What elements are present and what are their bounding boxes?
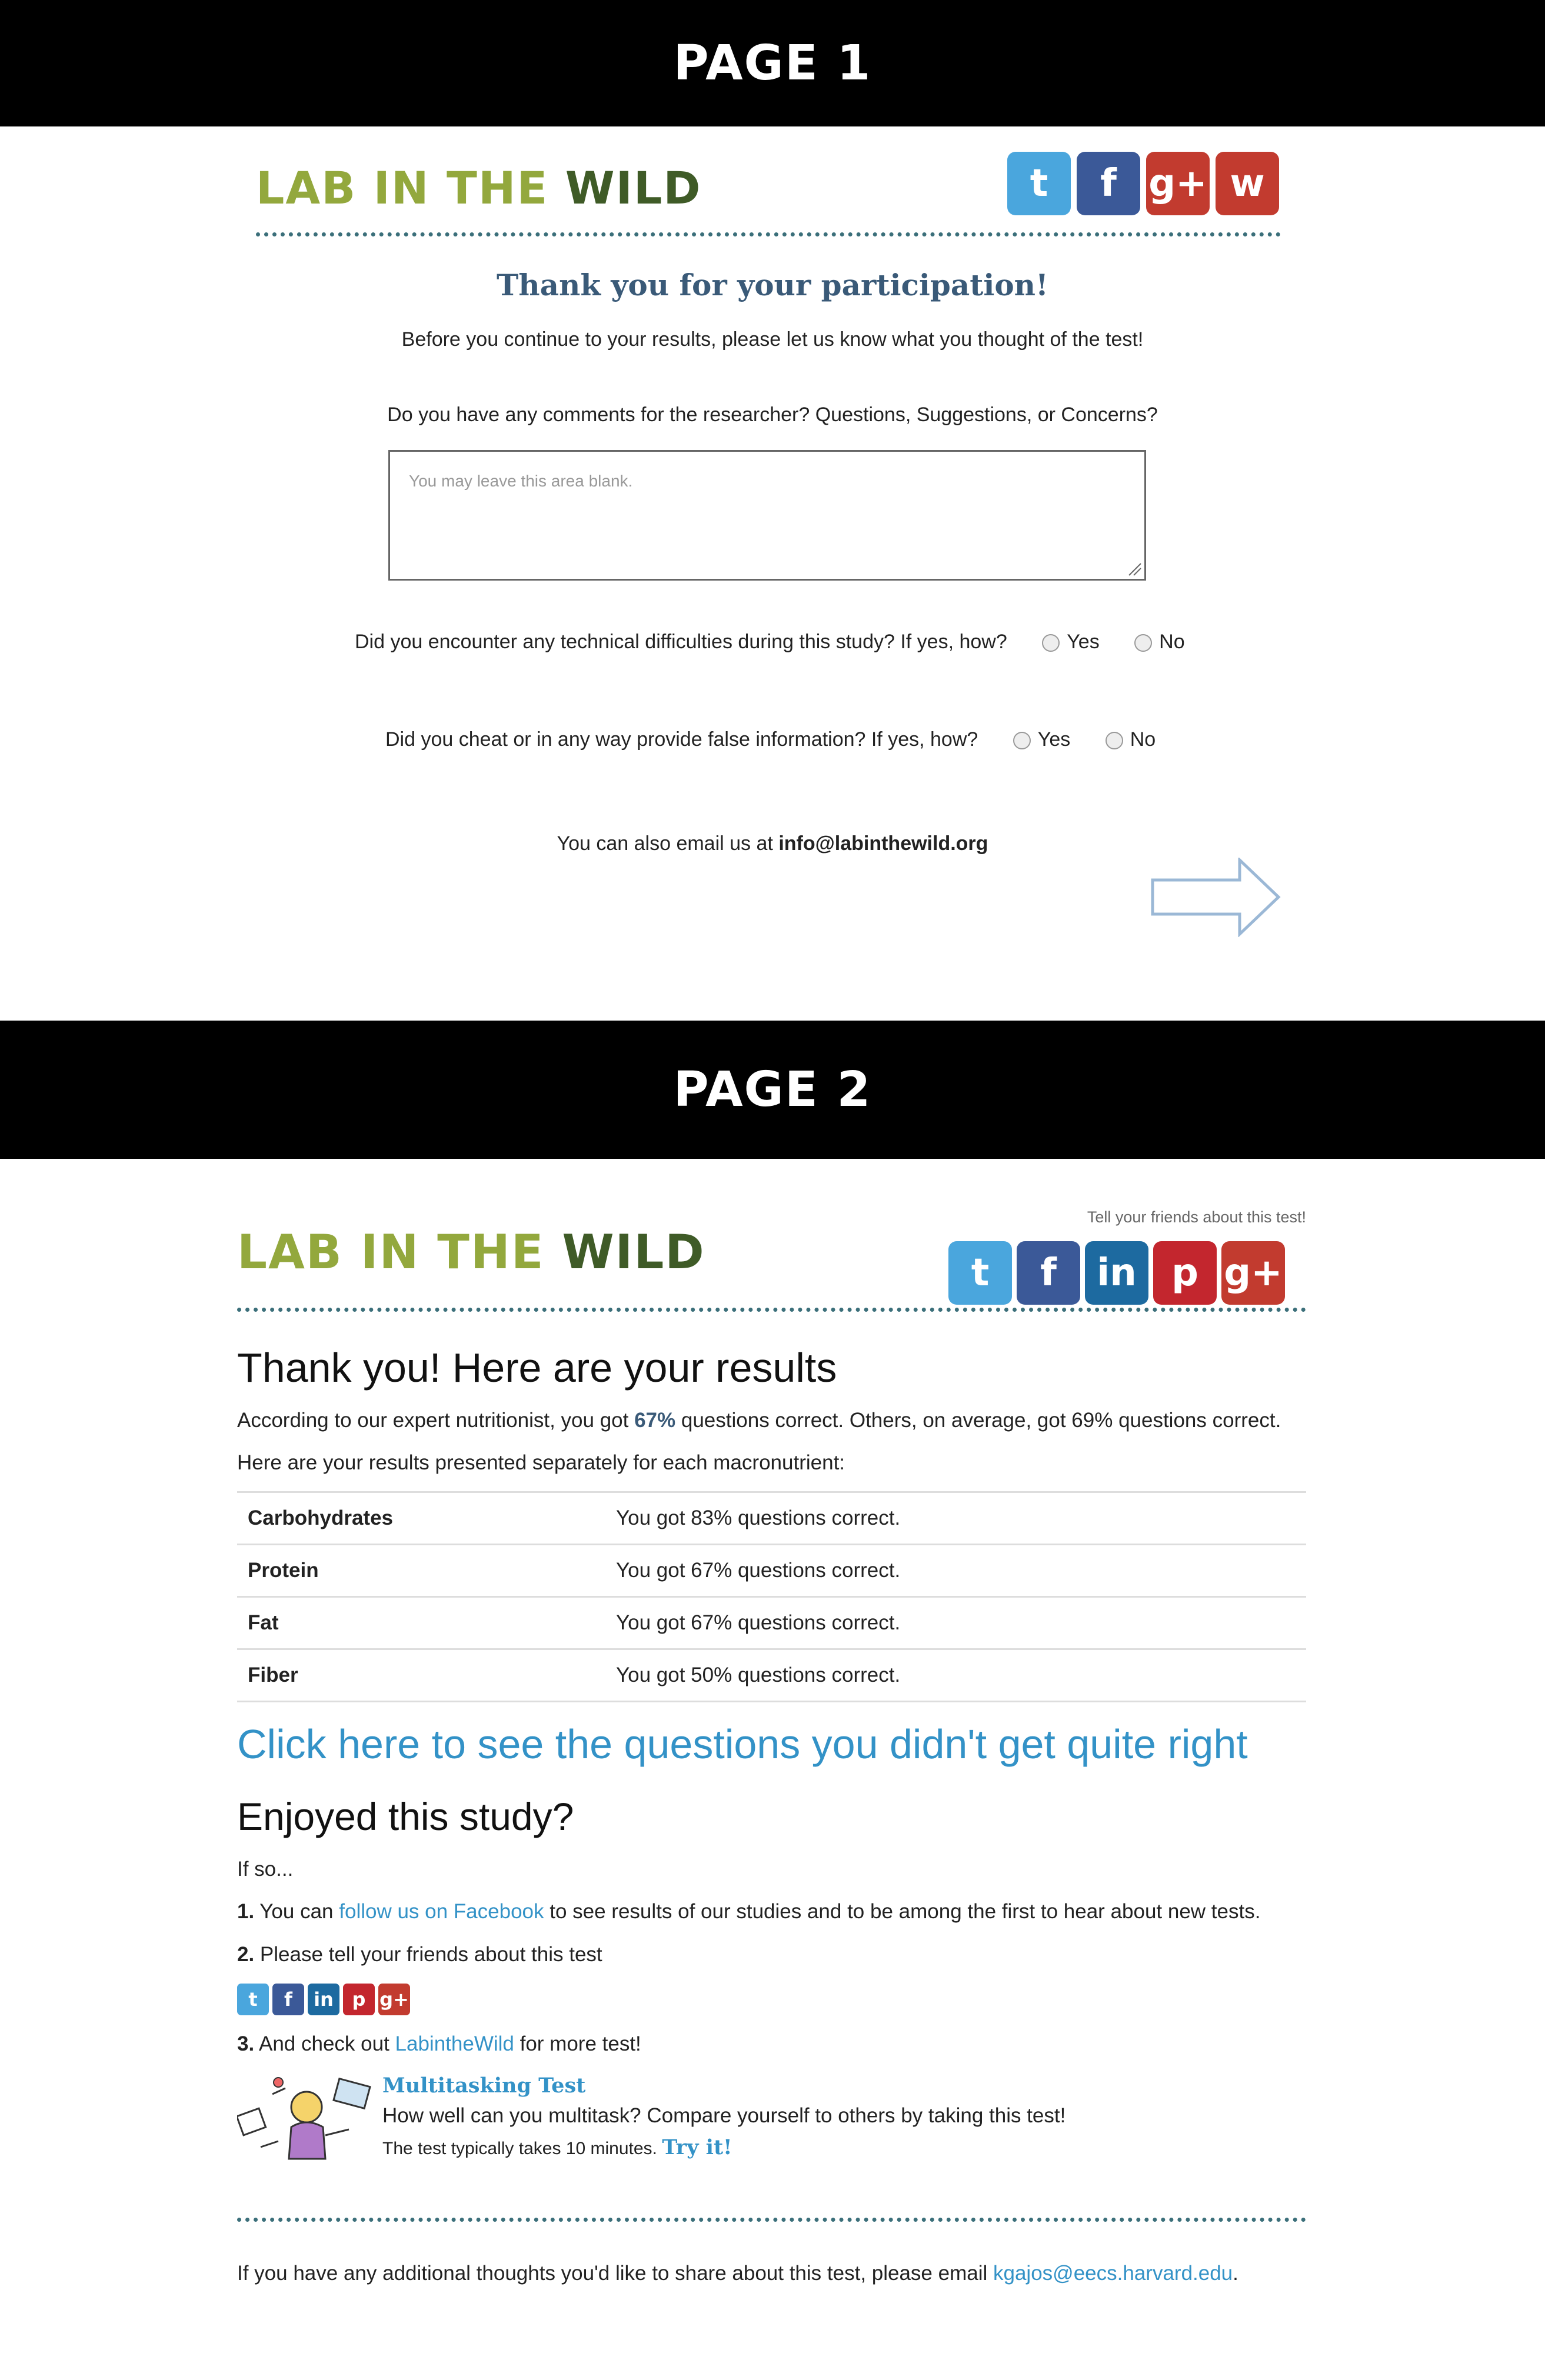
cheat-no-label[interactable]: No	[1130, 728, 1156, 751]
page-title: Thank you for your participation!	[497, 268, 1048, 302]
step-1: 1. You can follow us on Facebook to see …	[237, 1900, 1260, 1924]
cheat-question-row: Did you cheat or in any way provide fals…	[385, 728, 1156, 751]
twitter-icon[interactable]: t	[237, 1984, 269, 2015]
cheat-yes-label[interactable]: Yes	[1038, 728, 1070, 751]
footer-suffix: .	[1233, 2262, 1238, 2285]
footer-email-link[interactable]: kgajos@eecs.harvard.edu	[993, 2262, 1233, 2285]
table-row: Carbohydrates You got 83% questions corr…	[237, 1491, 1306, 1545]
step-2-text: Please tell your friends about this test	[254, 1943, 602, 1966]
nutrient-name: Carbohydrates	[237, 1491, 605, 1545]
facebook-icon[interactable]: f	[1077, 152, 1140, 215]
logo[interactable]: LAB IN THE WILD	[237, 1225, 705, 1279]
footer-note: If you have any additional thoughts you'…	[237, 2262, 1238, 2285]
logo-part-1: LAB IN THE	[256, 162, 565, 214]
share-caption: Tell your friends about this test!	[1087, 1208, 1306, 1226]
nutrient-name: Fat	[237, 1596, 605, 1649]
step-3-prefix: And check out	[254, 2032, 395, 2055]
nutrient-result: You got 67% questions correct.	[605, 1596, 1306, 1649]
nutrient-result: You got 83% questions correct.	[605, 1491, 1306, 1545]
table-row: Fiber You got 50% questions correct.	[237, 1648, 1306, 1702]
pinterest-icon[interactable]: p	[1153, 1241, 1217, 1305]
promo-time: The test typically takes 10 minutes.	[382, 2139, 657, 2158]
intro-text: Before you continue to your results, ple…	[401, 328, 1144, 351]
small-share-bar: t f in p g+	[237, 1984, 410, 2015]
nutrient-name: Fiber	[237, 1648, 605, 1702]
multitasking-illustration-icon[interactable]	[237, 2071, 372, 2165]
twitter-icon[interactable]: t	[948, 1241, 1012, 1305]
nutrient-result: You got 67% questions correct.	[605, 1544, 1306, 1597]
technical-no-radio[interactable]	[1134, 634, 1153, 652]
google-plus-icon[interactable]: g+	[1146, 152, 1210, 215]
step-1-prefix: You can	[254, 1900, 339, 1923]
summary-prefix: According to our expert nutritionist, yo…	[237, 1409, 635, 1432]
header-divider	[256, 232, 1281, 236]
facebook-follow-link[interactable]: follow us on Facebook	[339, 1900, 544, 1923]
step-2: 2. Please tell your friends about this t…	[237, 1943, 602, 1966]
technical-question-label: Did you encounter any technical difficul…	[355, 631, 1007, 653]
comments-textarea[interactable]: You may leave this area blank.	[388, 450, 1146, 581]
comments-question: Do you have any comments for the researc…	[387, 404, 1158, 426]
linkedin-icon[interactable]: in	[308, 1984, 339, 2015]
results-heading: Thank you! Here are your results	[237, 1345, 837, 1391]
email-note: You can also email us at info@labinthewi…	[0, 832, 1545, 855]
try-it-link[interactable]: Try it!	[662, 2135, 732, 2159]
step-2-number: 2.	[237, 1943, 255, 1966]
technical-yes-radio[interactable]	[1042, 634, 1060, 652]
header-divider	[237, 1308, 1306, 1312]
if-so-text: If so...	[237, 1858, 294, 1881]
step-1-number: 1.	[237, 1900, 255, 1923]
step-3-suffix: for more test!	[514, 2032, 641, 2055]
results-intro: Here are your results presented separate…	[237, 1451, 845, 1474]
google-plus-icon[interactable]: g+	[378, 1984, 410, 2015]
footer-divider	[237, 2218, 1306, 2222]
facebook-icon[interactable]: f	[1017, 1241, 1080, 1305]
linkedin-icon[interactable]: in	[1085, 1241, 1148, 1305]
cheat-question-label: Did you cheat or in any way provide fals…	[385, 728, 978, 751]
step-3: 3. And check out LabintheWild for more t…	[237, 2032, 641, 2056]
facebook-icon[interactable]: f	[272, 1984, 304, 2015]
pinterest-icon[interactable]: p	[343, 1984, 375, 2015]
summary-suffix: questions correct. Others, on average, g…	[675, 1409, 1281, 1432]
twitter-icon[interactable]: t	[1007, 152, 1071, 215]
logo[interactable]: LAB IN THE WILD	[256, 162, 701, 214]
page-2-banner: PAGE 2	[0, 1021, 1545, 1159]
promo-title[interactable]: Multitasking Test	[382, 2074, 585, 2098]
resize-handle-icon[interactable]	[1128, 562, 1142, 576]
enjoyed-heading: Enjoyed this study?	[237, 1795, 574, 1838]
wrong-questions-link[interactable]: Click here to see the questions you didn…	[237, 1721, 1248, 1768]
nutrient-result: You got 50% questions correct.	[605, 1648, 1306, 1702]
next-arrow-icon[interactable]	[1150, 858, 1283, 937]
promo-description: How well can you multitask? Compare your…	[382, 2104, 1066, 2127]
technical-question-row: Did you encounter any technical difficul…	[355, 631, 1185, 654]
social-share-bar: t f g+ w	[1007, 152, 1279, 215]
promo-time-row: The test typically takes 10 minutes. Try…	[382, 2135, 732, 2159]
table-row: Protein You got 67% questions correct.	[237, 1544, 1306, 1597]
technical-no-label[interactable]: No	[1159, 631, 1184, 653]
results-table: Carbohydrates You got 83% questions corr…	[237, 1491, 1306, 1702]
logo-part-2: WILD	[562, 1225, 705, 1279]
logo-part-2: WILD	[565, 162, 702, 214]
google-plus-icon[interactable]: g+	[1221, 1241, 1285, 1305]
labinthewild-link[interactable]: LabintheWild	[395, 2032, 514, 2055]
step-3-number: 3.	[237, 2032, 255, 2055]
page-1-banner: PAGE 1	[0, 0, 1545, 126]
cheat-yes-radio[interactable]	[1013, 732, 1031, 750]
summary-score: 67%	[634, 1409, 676, 1432]
weibo-icon[interactable]: w	[1216, 152, 1279, 215]
contact-email[interactable]: info@labinthewild.org	[778, 832, 988, 855]
email-prefix: You can also email us at	[557, 832, 779, 855]
results-summary: According to our expert nutritionist, yo…	[237, 1409, 1281, 1432]
table-row: Fat You got 67% questions correct.	[237, 1596, 1306, 1649]
comments-placeholder: You may leave this area blank.	[409, 472, 633, 490]
nutrient-name: Protein	[237, 1544, 605, 1597]
technical-yes-label[interactable]: Yes	[1067, 631, 1099, 653]
logo-part-1: LAB IN THE	[237, 1225, 562, 1279]
footer-prefix: If you have any additional thoughts you'…	[237, 2262, 993, 2285]
social-share-bar: t f in p g+	[948, 1241, 1285, 1305]
step-1-suffix: to see results of our studies and to be …	[544, 1900, 1261, 1923]
cheat-no-radio[interactable]	[1105, 732, 1123, 750]
